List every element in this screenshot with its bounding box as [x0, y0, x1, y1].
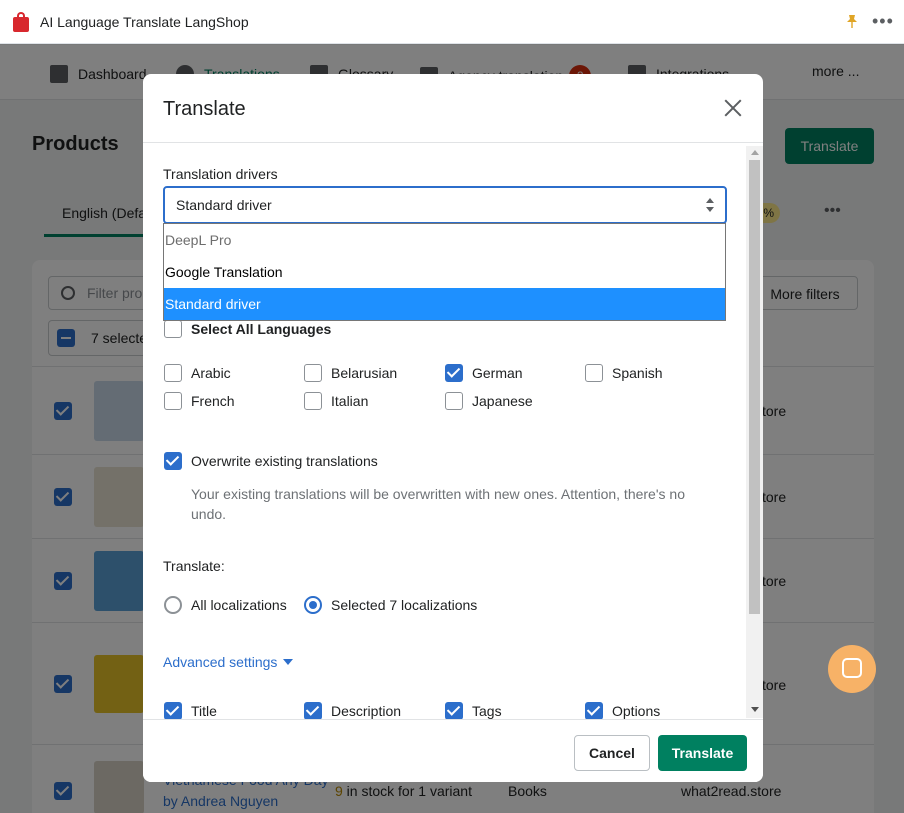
- field-label: Tags: [472, 703, 502, 719]
- app-logo-icon: [12, 11, 30, 32]
- field-label: Title: [191, 703, 217, 719]
- field-option-options[interactable]: Options: [585, 702, 660, 720]
- language-checkbox[interactable]: [304, 364, 322, 382]
- chat-launcher-button[interactable]: [828, 645, 876, 693]
- app-title: AI Language Translate LangShop: [40, 13, 249, 30]
- scrollbar-thumb[interactable]: [749, 160, 760, 614]
- field-checkbox[interactable]: [585, 702, 603, 720]
- scope-option-selected[interactable]: Selected 7 localizations: [304, 596, 477, 614]
- language-checkbox[interactable]: [304, 392, 322, 410]
- select-all-checkbox[interactable]: [164, 320, 182, 338]
- language-label: Italian: [331, 393, 369, 409]
- app-header: AI Language Translate LangShop •••: [0, 0, 904, 44]
- language-checkbox[interactable]: [445, 364, 463, 382]
- cancel-button[interactable]: Cancel: [574, 735, 650, 771]
- field-option-description[interactable]: Description: [304, 702, 401, 720]
- caret-down-icon: [283, 659, 294, 665]
- language-label: Spanish: [612, 365, 663, 381]
- field-option-tags[interactable]: Tags: [445, 702, 502, 720]
- advanced-settings-label: Advanced settings: [163, 654, 278, 670]
- language-label: German: [472, 365, 523, 381]
- language-option-german[interactable]: German: [445, 364, 523, 382]
- overwrite-checkbox[interactable]: [164, 452, 182, 470]
- scroll-down-icon[interactable]: [751, 707, 759, 712]
- select-all-languages[interactable]: Select All Languages: [164, 320, 331, 338]
- scope-label: All localizations: [191, 597, 287, 613]
- overwrite-translations-option[interactable]: Overwrite existing translations: [164, 452, 378, 470]
- modal-footer: Cancel Translate: [143, 719, 763, 782]
- language-checkbox[interactable]: [164, 392, 182, 410]
- language-label: Japanese: [472, 393, 533, 409]
- select-arrows-icon: [705, 197, 715, 213]
- scope-radio[interactable]: [164, 596, 182, 614]
- close-icon[interactable]: [721, 96, 745, 120]
- language-option-italian[interactable]: Italian: [304, 392, 368, 410]
- field-checkbox[interactable]: [164, 702, 182, 720]
- translate-button[interactable]: Translate: [658, 735, 747, 771]
- translate-scope-label: Translate:: [163, 558, 225, 574]
- language-checkbox[interactable]: [164, 364, 182, 382]
- scope-label: Selected 7 localizations: [331, 597, 478, 613]
- driver-dropdown-list: DeepL Pro Google Translation Standard dr…: [163, 223, 726, 321]
- translation-drivers-label: Translation drivers: [163, 166, 278, 182]
- language-option-japanese[interactable]: Japanese: [445, 392, 533, 410]
- select-all-label: Select All Languages: [191, 321, 332, 337]
- driver-option-standard[interactable]: Standard driver: [164, 288, 725, 320]
- language-option-french[interactable]: French: [164, 392, 235, 410]
- field-checkbox[interactable]: [304, 702, 322, 720]
- more-actions-icon[interactable]: •••: [872, 12, 894, 30]
- translation-driver-select[interactable]: Standard driver: [163, 186, 727, 224]
- language-checkbox[interactable]: [445, 392, 463, 410]
- driver-option-google[interactable]: Google Translation: [164, 256, 725, 288]
- field-option-title[interactable]: Title: [164, 702, 217, 720]
- overwrite-help-text: Your existing translations will be overw…: [191, 486, 685, 522]
- driver-option-deepl: DeepL Pro: [165, 232, 232, 248]
- pin-icon[interactable]: [846, 14, 858, 28]
- modal-scrollbar[interactable]: [746, 146, 763, 718]
- language-option-spanish[interactable]: Spanish: [585, 364, 663, 382]
- field-checkbox[interactable]: [445, 702, 463, 720]
- selected-driver-value: Standard driver: [176, 197, 272, 213]
- language-label: French: [191, 393, 235, 409]
- translate-modal: Translate Translation drivers Standard d…: [143, 74, 763, 782]
- field-label: Description: [331, 703, 402, 719]
- scope-radio[interactable]: [304, 596, 322, 614]
- scroll-up-icon[interactable]: [751, 150, 759, 155]
- language-option-arabic[interactable]: Arabic: [164, 364, 231, 382]
- scope-option-all[interactable]: All localizations: [164, 596, 287, 614]
- modal-title: Translate: [163, 98, 246, 120]
- language-option-belarusian[interactable]: Belarusian: [304, 364, 397, 382]
- language-label: Arabic: [191, 365, 231, 381]
- language-label: Belarusian: [331, 365, 398, 381]
- chat-icon: [842, 658, 862, 678]
- modal-header: Translate: [143, 74, 763, 143]
- advanced-settings-toggle[interactable]: Advanced settings: [163, 654, 294, 670]
- overwrite-label: Overwrite existing translations: [191, 453, 378, 469]
- field-label: Options: [612, 703, 661, 719]
- language-checkbox[interactable]: [585, 364, 603, 382]
